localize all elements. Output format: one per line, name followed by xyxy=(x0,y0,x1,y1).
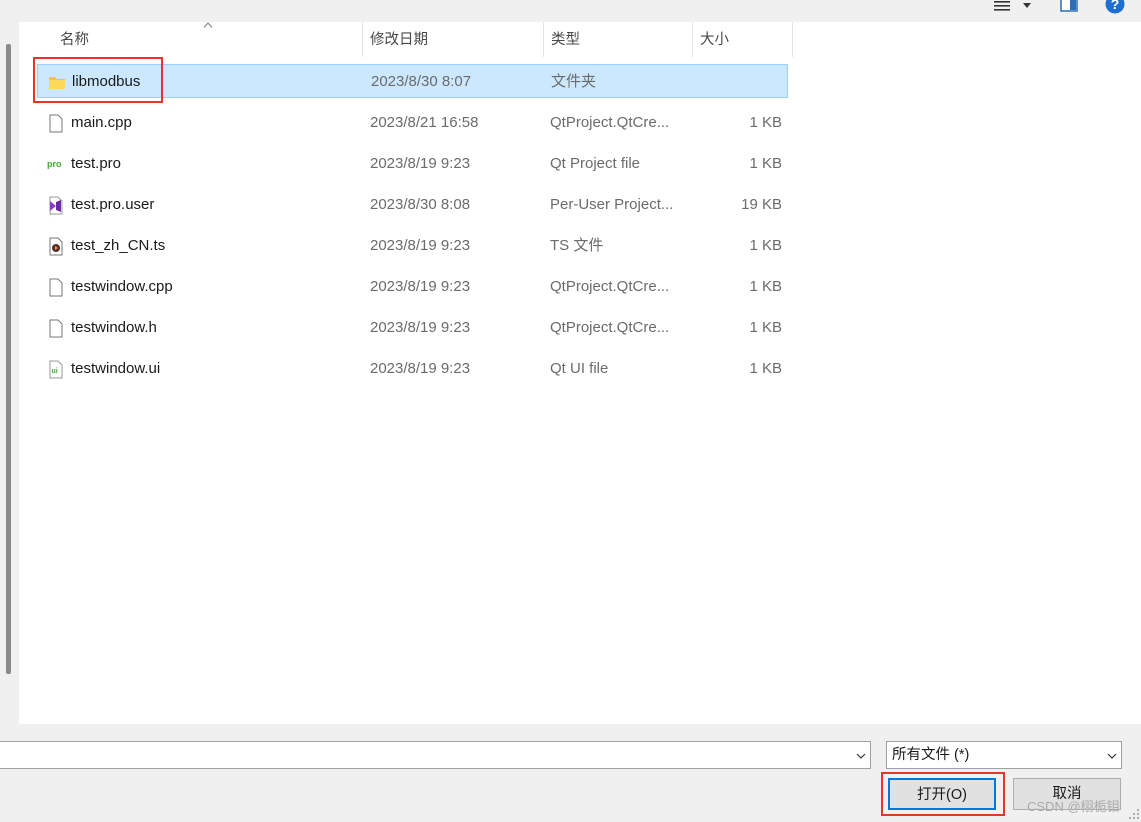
svg-text:?: ? xyxy=(1111,0,1120,12)
file-size: 1 KB xyxy=(749,319,782,336)
filetype-select[interactable]: 所有文件 (*) xyxy=(886,741,1122,769)
file-icon xyxy=(49,114,63,133)
file-name: testwindow.h xyxy=(71,319,157,336)
file-name: testwindow.ui xyxy=(71,360,161,377)
file-row[interactable]: testwindow.h 2023/8/19 9:23 QtProject.Qt… xyxy=(37,311,788,345)
file-name: main.cpp xyxy=(71,114,132,131)
file-type: 文件夹 xyxy=(551,73,597,90)
file-type: QtProject.QtCre... xyxy=(550,114,670,131)
file-type: QtProject.QtCre... xyxy=(550,319,670,336)
visual-studio-file-icon xyxy=(49,196,63,215)
svg-text:pro: pro xyxy=(47,159,62,169)
column-size[interactable]: 大小 xyxy=(692,22,792,57)
file-date: 2023/8/21 16:58 xyxy=(370,114,479,131)
preview-pane-icon[interactable] xyxy=(1060,0,1078,12)
file-row[interactable]: ui testwindow.ui 2023/8/19 9:23 Qt UI fi… xyxy=(37,352,788,386)
file-type: Qt UI file xyxy=(550,360,609,377)
file-name: test.pro.user xyxy=(71,196,155,213)
media-file-icon xyxy=(49,237,63,256)
file-row[interactable]: testwindow.cpp 2023/8/19 9:23 QtProject.… xyxy=(37,270,788,304)
file-date: 2023/8/30 8:08 xyxy=(370,196,471,213)
resize-grip-icon[interactable] xyxy=(1128,808,1140,820)
watermark: CSDN @栩栀钼 xyxy=(1027,799,1120,814)
chevron-down-icon[interactable] xyxy=(856,753,866,759)
file-row[interactable]: test_zh_CN.ts 2023/8/19 9:23 TS 文件 1 KB xyxy=(37,229,788,263)
help-icon[interactable]: ? xyxy=(1105,0,1125,14)
file-size: 1 KB xyxy=(749,237,782,254)
column-header: 名称 修改日期 类型 大小 xyxy=(19,22,793,57)
qt-ui-file-icon: ui xyxy=(49,360,63,379)
file-size: 1 KB xyxy=(749,278,782,295)
file-size: 1 KB xyxy=(749,114,782,131)
file-type: QtProject.QtCre... xyxy=(550,278,670,295)
file-date: 2023/8/30 8:07 xyxy=(371,73,472,90)
filename-combobox[interactable] xyxy=(0,741,871,769)
file-row[interactable]: pro test.pro 2023/8/19 9:23 Qt Project f… xyxy=(37,147,788,181)
highlight-box xyxy=(33,57,163,103)
file-size: 1 KB xyxy=(749,360,782,377)
file-size: 19 KB xyxy=(741,196,782,213)
file-date: 2023/8/19 9:23 xyxy=(370,155,471,172)
file-type: Per-User Project... xyxy=(550,196,674,213)
file-date: 2023/8/19 9:23 xyxy=(370,319,471,336)
file-date: 2023/8/19 9:23 xyxy=(370,360,471,377)
file-size: 1 KB xyxy=(749,155,782,172)
file-type: Qt Project file xyxy=(550,155,641,172)
chevron-down-icon[interactable] xyxy=(1023,3,1031,8)
view-list-icon[interactable] xyxy=(993,0,1011,14)
file-type: TS 文件 xyxy=(550,237,604,254)
file-icon xyxy=(49,278,63,297)
file-name: test_zh_CN.ts xyxy=(71,237,166,254)
file-name: test.pro xyxy=(71,155,122,172)
file-date: 2023/8/19 9:23 xyxy=(370,237,471,254)
file-row[interactable]: test.pro.user 2023/8/30 8:08 Per-User Pr… xyxy=(37,188,788,222)
column-divider[interactable] xyxy=(792,22,793,57)
scrollbar-thumb[interactable] xyxy=(6,44,11,674)
filetype-selected: 所有文件 (*) xyxy=(892,747,970,763)
qt-pro-file-icon: pro xyxy=(47,159,62,169)
file-row[interactable]: main.cpp 2023/8/21 16:58 QtProject.QtCre… xyxy=(37,106,788,140)
toolbar: ? xyxy=(0,0,1141,22)
file-date: 2023/8/19 9:23 xyxy=(370,278,471,295)
svg-text:ui: ui xyxy=(52,368,58,375)
highlight-box xyxy=(881,772,1005,816)
sort-ascending-icon xyxy=(203,22,213,28)
file-name: testwindow.cpp xyxy=(71,278,173,295)
chevron-down-icon[interactable] xyxy=(1107,753,1117,759)
file-icon xyxy=(49,319,63,338)
left-scrollbar[interactable] xyxy=(0,22,19,724)
column-type[interactable]: 类型 xyxy=(543,22,692,57)
column-date[interactable]: 修改日期 xyxy=(362,22,543,57)
